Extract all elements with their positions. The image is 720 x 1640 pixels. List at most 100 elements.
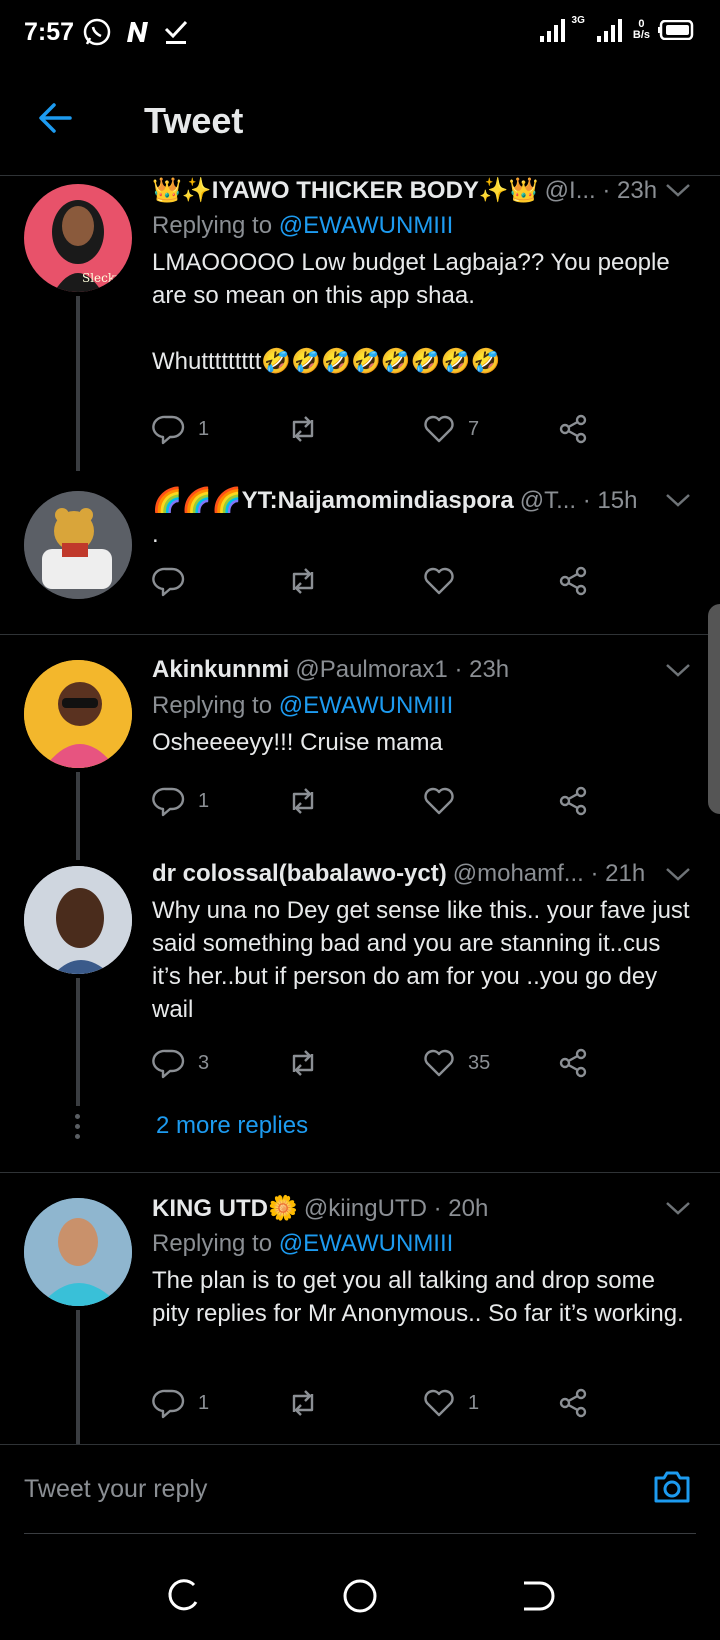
retweet-button[interactable] [286,784,332,818]
system-nav-bar [0,1560,720,1640]
avatar[interactable] [24,866,132,974]
display-name[interactable]: KING UTD🌼 [152,1194,298,1223]
thread-line [76,772,80,860]
back-arrow-icon[interactable] [36,98,76,138]
tweet-text: . [152,521,159,548]
handle-time: @I... · 23h [544,176,658,204]
camera-icon[interactable] [650,1465,694,1509]
display-name[interactable]: 👑✨IYAWO THICKER BODY✨👑 [152,176,539,205]
signal-icon [539,19,565,42]
avatar[interactable] [24,491,132,599]
retweet-button[interactable] [286,412,332,446]
thread-line [76,978,80,1106]
like-button[interactable] [422,564,468,598]
reply-input[interactable] [24,1445,624,1533]
avatar[interactable]: Slecky [24,184,132,292]
thread-dots [74,1114,82,1144]
tweet-actions: 1 1 [152,1386,612,1426]
handle-time: @mohamf... · 21h [452,860,646,887]
reply-button[interactable]: 1 [152,784,209,818]
retweet-icon [292,1390,314,1416]
mention-link[interactable]: @EWAWUNMIII [279,212,454,239]
retweet-button[interactable] [286,1386,332,1420]
back-nav-icon[interactable] [516,1576,556,1616]
download-done-icon [164,20,188,44]
recents-icon[interactable] [164,1576,204,1616]
chevron-down-icon[interactable] [664,864,692,884]
reply-underline [24,1533,696,1534]
share-icon [559,1048,587,1078]
reply-icon [152,567,185,597]
mention-link[interactable]: @EWAWUNMIII [279,1230,454,1257]
retweet-icon [292,416,314,442]
reply-icon [152,787,185,817]
share-button[interactable] [556,1386,590,1420]
home-icon[interactable] [340,1576,380,1616]
reply-button[interactable]: 1 [152,1386,209,1420]
chevron-down-icon[interactable] [664,1198,692,1218]
tweet-actions [152,564,612,604]
avatar[interactable] [24,1198,132,1306]
status-bar: 7:57 3G 0 B/s [0,0,720,64]
divider [0,1172,720,1173]
whatsapp-icon [83,18,111,46]
tweet-text: Why una no Dey get sense like this.. you… [152,897,690,1023]
replying-to: Replying to @EWAWUNMIII [152,1230,454,1257]
reply-button[interactable] [152,564,198,598]
signal-icon-2 [596,19,622,42]
reply-icon [152,1049,185,1079]
like-button[interactable]: 35 [422,1046,490,1080]
handle-time: @kiingUTD · 20h [303,1194,489,1222]
more-replies-link[interactable]: 2 more replies [156,1112,308,1140]
tweet-actions: 1 7 [152,412,612,452]
share-icon [559,1388,587,1418]
handle-time: @T... · 15h [519,486,638,514]
share-button[interactable] [556,564,590,598]
like-icon [424,787,454,815]
display-name[interactable]: Akinkunnmi [152,656,289,684]
reply-button[interactable]: 1 [152,412,209,446]
thread-line [76,1310,80,1444]
like-icon [424,415,454,443]
avatar[interactable] [24,660,132,768]
like-button[interactable]: 1 [422,1386,479,1420]
battery-icon [658,20,694,40]
like-button[interactable]: 7 [422,412,479,446]
tweet-actions: 3 35 [152,1046,612,1086]
replying-to: Replying to @EWAWUNMIII [152,212,454,239]
status-time: 7:57 [24,17,75,46]
like-button[interactable] [422,784,468,818]
tweet-text: The plan is to get you all talking and d… [152,1267,684,1327]
tweet-text: Osheeeeyy!!! Cruise mama [152,729,443,756]
net-speed: 0 B/s [632,18,650,41]
share-icon [559,566,587,596]
share-icon [559,786,587,816]
share-button[interactable] [556,784,590,818]
tweet-text: LMAOOOOO Low budget Lagbaja?? You people… [152,249,670,375]
like-icon [424,1049,454,1077]
n-app-icon [127,22,149,42]
top-app-bar: Tweet [0,64,720,176]
chevron-down-icon[interactable] [664,180,692,200]
retweet-icon [292,568,314,594]
retweet-button[interactable] [286,1046,332,1080]
reply-composer [0,1444,720,1534]
display-name[interactable]: 🌈🌈🌈YT:Naijamomindiaspora [152,486,514,515]
thread-line [76,296,80,471]
share-button[interactable] [556,412,590,446]
reply-button[interactable]: 3 [152,1046,209,1080]
mention-link[interactable]: @EWAWUNMIII [279,692,454,719]
reply-icon [152,415,185,445]
tweet-actions: 1 [152,784,612,824]
retweet-icon [292,1050,314,1076]
handle-time: @Paulmorax1 · 23h [295,656,510,683]
page-title: Tweet [144,100,244,141]
scrollbar-thumb[interactable] [708,604,720,814]
retweet-button[interactable] [286,564,332,598]
display-name[interactable]: dr colossal(babalawo-yct) [152,860,447,888]
chevron-down-icon[interactable] [664,490,692,510]
share-button[interactable] [556,1046,590,1080]
reply-icon [152,1389,185,1419]
chevron-down-icon[interactable] [664,660,692,680]
like-icon [424,1389,454,1417]
